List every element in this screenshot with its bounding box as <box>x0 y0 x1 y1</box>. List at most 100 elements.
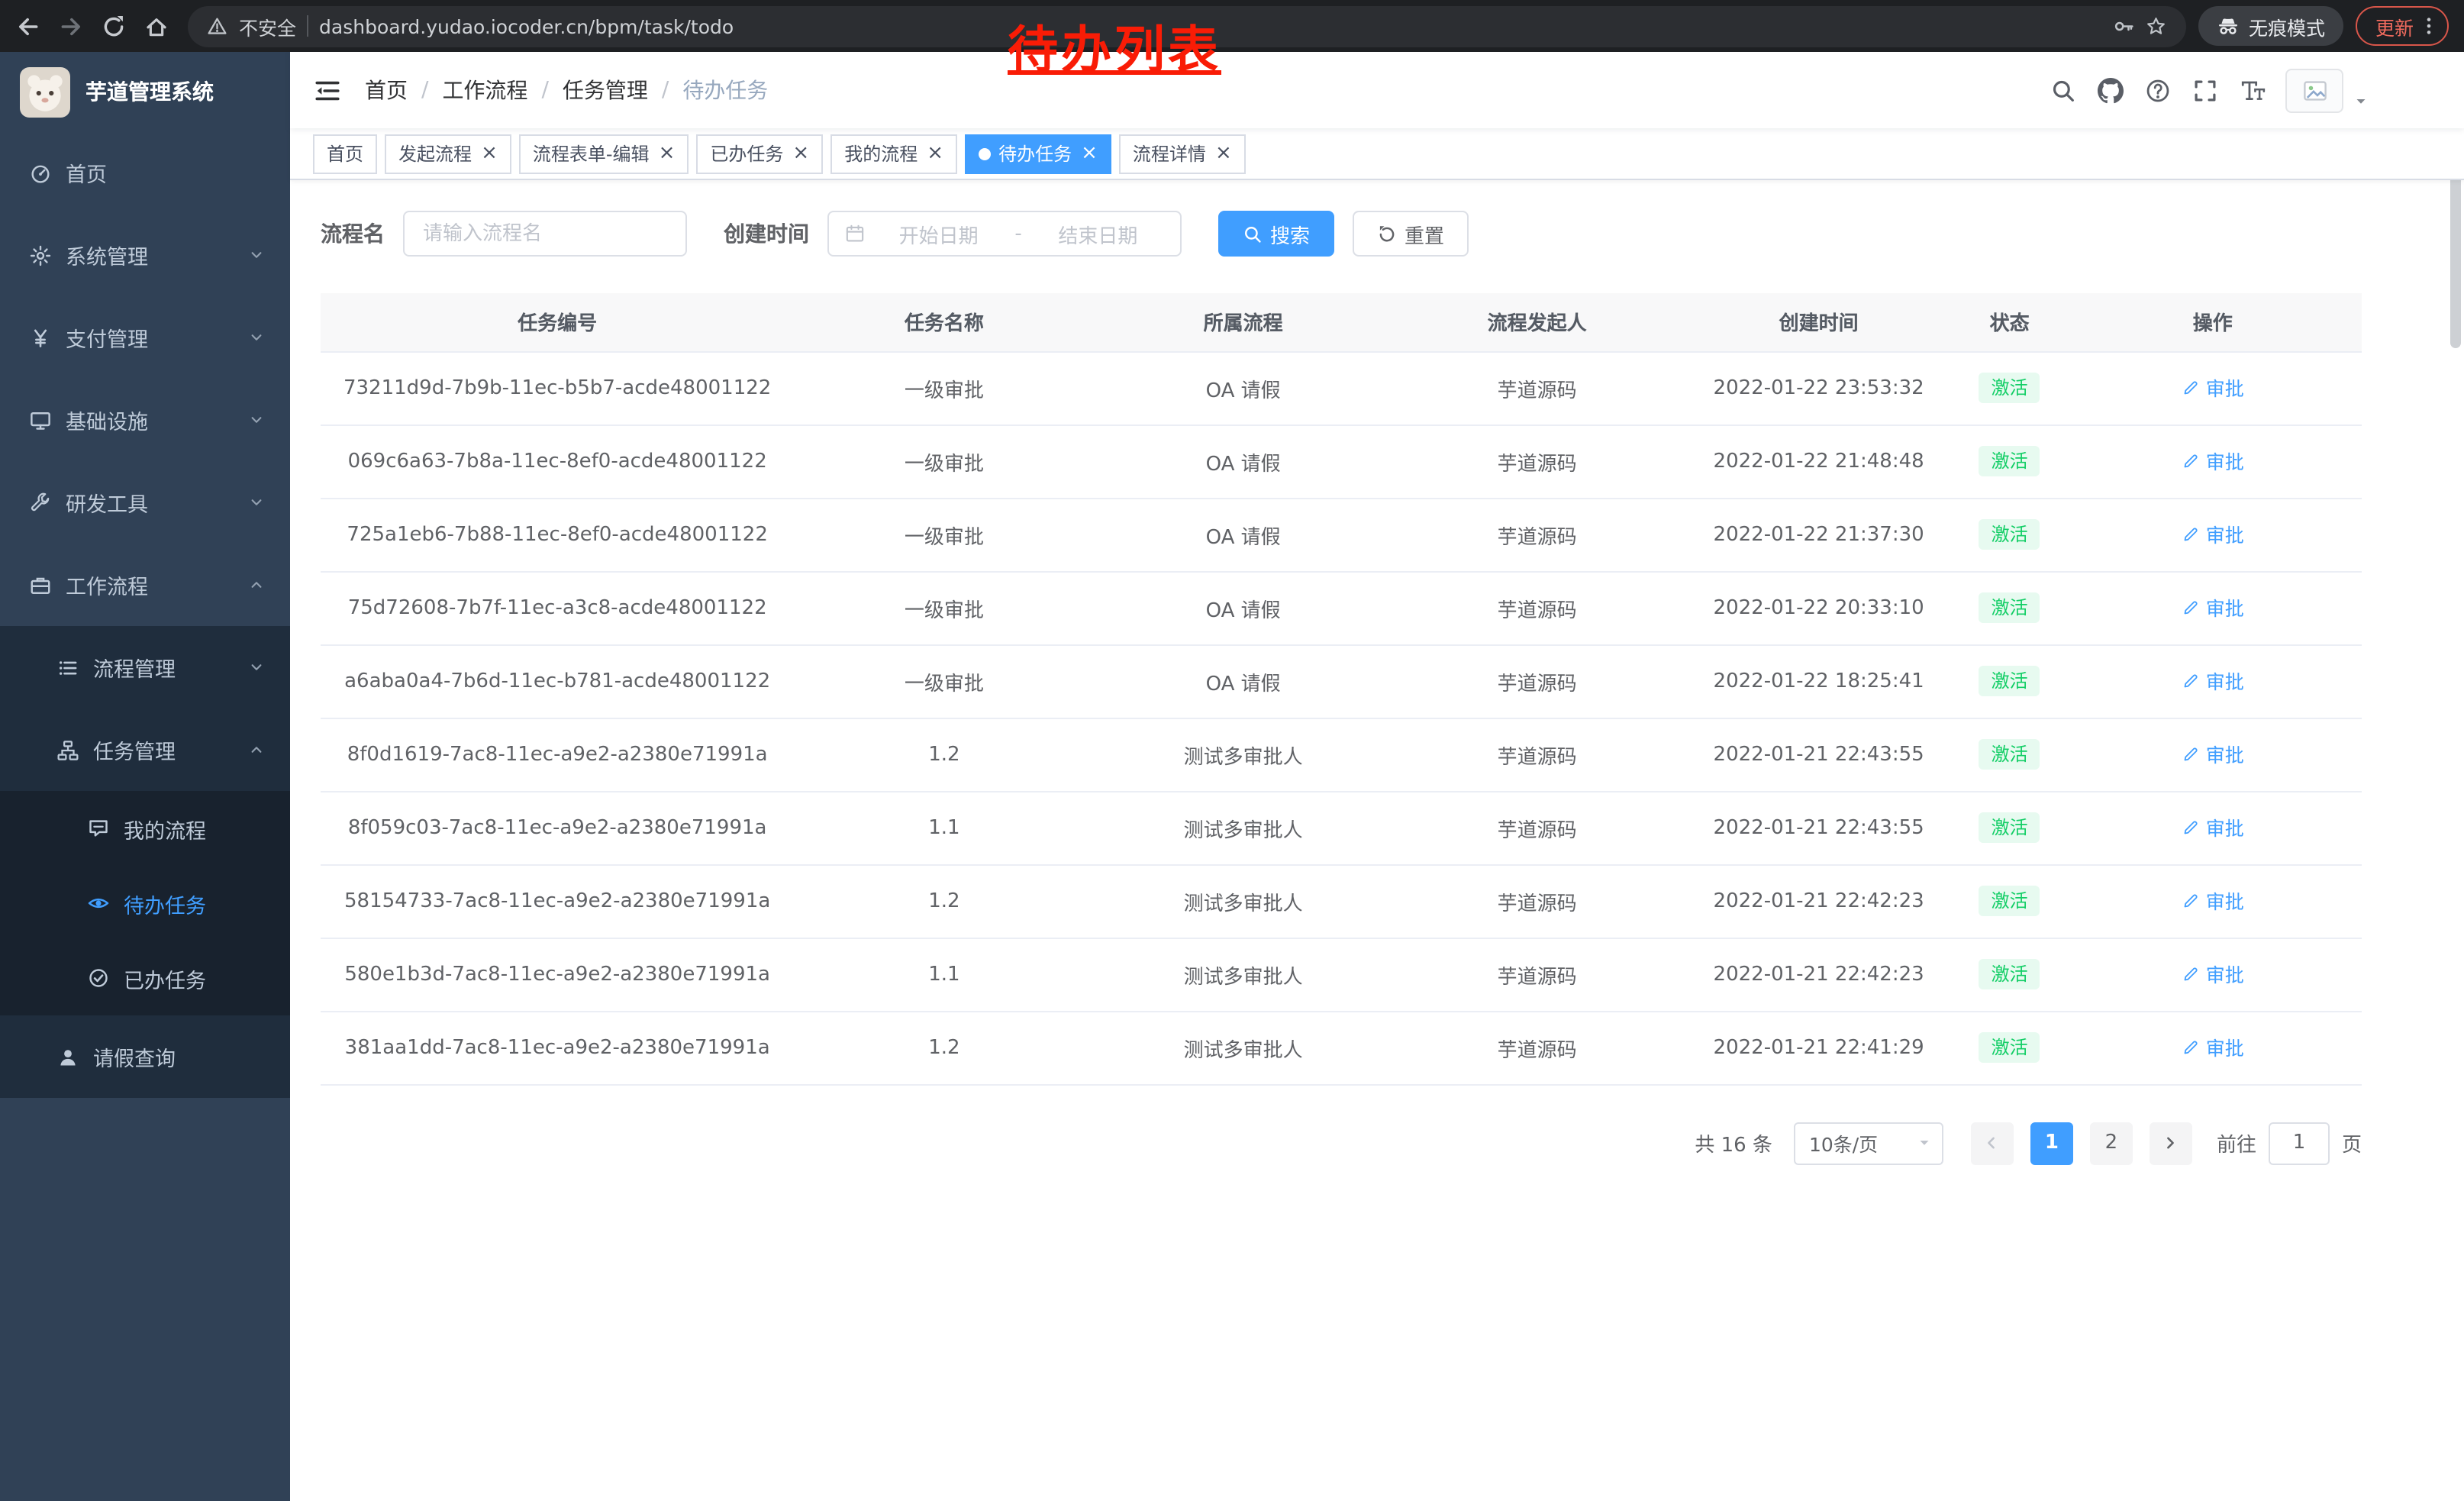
tab-process-form-edit[interactable]: 流程表单-编辑× <box>519 134 689 173</box>
tab-close-icon[interactable]: × <box>792 144 809 163</box>
sidebar-item-task-management[interactable]: 任务管理 <box>0 709 290 791</box>
chevron-down-icon <box>247 328 266 347</box>
tab-close-icon[interactable]: × <box>1215 144 1232 163</box>
sidebar-item-system-management[interactable]: 系统管理 <box>0 214 290 296</box>
approve-button[interactable]: 审批 <box>2182 960 2244 989</box>
approve-button[interactable]: 审批 <box>2182 740 2244 769</box>
reset-button-label: 重置 <box>1405 219 1444 248</box>
sidebar-item-done-tasks[interactable]: 已办任务 <box>0 941 290 1015</box>
cell-action: 审批 <box>2064 351 2362 424</box>
sidebar-item-dev-tools[interactable]: 研发工具 <box>0 461 290 544</box>
sidebar-item-home[interactable]: 首页 <box>0 131 290 214</box>
page-button-2[interactable]: 2 <box>2090 1122 2133 1164</box>
approve-button[interactable]: 审批 <box>2182 373 2244 402</box>
total-count-label: 共 16 条 <box>1695 1128 1772 1157</box>
tab-close-icon[interactable]: × <box>481 144 498 163</box>
tab-home[interactable]: 首页 <box>313 134 377 173</box>
approve-button[interactable]: 审批 <box>2182 813 2244 842</box>
cell-id: 8f0d1619-7ac8-11ec-a9e2-a2380e71991a <box>321 718 794 791</box>
tab-done-tasks[interactable]: 已办任务× <box>696 134 823 173</box>
approve-label: 审批 <box>2206 593 2244 622</box>
sidebar-item-infrastructure[interactable]: 基础设施 <box>0 379 290 461</box>
cell-flow: 测试多审批人 <box>1094 938 1392 1011</box>
tab-close-icon[interactable]: × <box>927 144 943 163</box>
sidebar-item-process-management[interactable]: 流程管理 <box>0 626 290 709</box>
tab-todo-tasks[interactable]: 待办任务× <box>965 134 1111 173</box>
next-page-button[interactable] <box>2150 1122 2192 1164</box>
pencil-icon <box>2182 965 2200 983</box>
cell-flow: 测试多审批人 <box>1094 791 1392 864</box>
cell-flow: OA 请假 <box>1094 498 1392 571</box>
search-icon[interactable] <box>2050 77 2076 103</box>
approve-button[interactable]: 审批 <box>2182 667 2244 696</box>
avatar-caret-icon[interactable] <box>2353 92 2369 109</box>
forward-icon[interactable] <box>58 13 84 39</box>
bookmark-star-icon[interactable] <box>2146 15 2168 37</box>
key-icon[interactable] <box>2113 15 2135 37</box>
approve-button[interactable]: 审批 <box>2182 520 2244 549</box>
avatar[interactable] <box>2285 68 2343 112</box>
annotation-text: 待办列表 <box>1008 9 1221 82</box>
chevron-right-icon <box>2161 1133 2181 1153</box>
menu-fold-icon[interactable] <box>313 76 342 105</box>
approve-label: 审批 <box>2206 667 2244 696</box>
fullscreen-icon[interactable] <box>2192 77 2218 103</box>
process-name-input[interactable] <box>403 211 687 257</box>
prev-page-button[interactable] <box>1971 1122 2014 1164</box>
cell-initiator: 芋道源码 <box>1392 938 1682 1011</box>
back-icon[interactable] <box>15 13 41 39</box>
reset-button[interactable]: 重置 <box>1353 211 1469 257</box>
page-button-1[interactable]: 1 <box>2030 1122 2073 1164</box>
approve-button[interactable]: 审批 <box>2182 1033 2244 1062</box>
cell-action: 审批 <box>2064 571 2362 644</box>
sidebar-item-workflow[interactable]: 工作流程 <box>0 544 290 626</box>
github-icon[interactable] <box>2098 77 2124 103</box>
cell-flow: OA 请假 <box>1094 571 1392 644</box>
create-time-label: 创建时间 <box>724 218 809 249</box>
refresh-icon[interactable] <box>101 13 127 39</box>
sidebar-item-my-processes[interactable]: 我的流程 <box>0 791 290 866</box>
tab-start-process[interactable]: 发起流程× <box>385 134 511 173</box>
tab-process-detail[interactable]: 流程详情× <box>1119 134 1246 173</box>
breadcrumb-item[interactable]: 任务管理 <box>563 75 648 105</box>
tab-close-icon[interactable]: × <box>659 144 676 163</box>
column-header: 所属流程 <box>1094 293 1392 351</box>
menu-dots-icon[interactable] <box>2418 15 2440 37</box>
date-range-picker[interactable]: 开始日期 - 结束日期 <box>827 211 1182 257</box>
approve-button[interactable]: 审批 <box>2182 886 2244 915</box>
sidebar-item-leave-query[interactable]: 请假查询 <box>0 1015 290 1098</box>
cell-created: 2022-01-21 22:43:55 <box>1682 718 1955 791</box>
list-icon <box>56 656 79 679</box>
cell-status: 激活 <box>1956 498 2064 571</box>
header-actions <box>2050 77 2266 103</box>
cell-status: 激活 <box>1956 938 2064 1011</box>
incognito-icon <box>2217 15 2240 37</box>
goto-label: 前往 <box>2217 1128 2256 1157</box>
page-size-select[interactable]: 10条/页 <box>1794 1122 1943 1164</box>
sidebar-item-todo-tasks[interactable]: 待办任务 <box>0 866 290 941</box>
search-button[interactable]: 搜索 <box>1218 211 1334 257</box>
breadcrumb-item[interactable]: 首页 <box>365 75 408 105</box>
approve-label: 审批 <box>2206 447 2244 476</box>
approve-button[interactable]: 审批 <box>2182 593 2244 622</box>
column-header: 任务名称 <box>794 293 1094 351</box>
page-unit-label: 页 <box>2342 1128 2362 1157</box>
cell-name: 一级审批 <box>794 571 1094 644</box>
cell-flow: OA 请假 <box>1094 424 1392 498</box>
sidebar-item-payment-management[interactable]: 支付管理 <box>0 296 290 379</box>
tab-my-processes[interactable]: 我的流程× <box>830 134 957 173</box>
update-button[interactable]: 更新 <box>2356 6 2449 46</box>
font-size-icon[interactable] <box>2240 77 2266 103</box>
approve-button[interactable]: 审批 <box>2182 447 2244 476</box>
tabs-bar: 首页发起流程×流程表单-编辑×已办任务×我的流程×待办任务×流程详情× <box>290 128 2464 180</box>
tab-close-icon[interactable]: × <box>1081 144 1098 163</box>
status-badge: 激活 <box>1979 959 2040 989</box>
pencil-icon <box>2182 818 2200 837</box>
breadcrumb-item[interactable]: 工作流程 <box>442 75 527 105</box>
question-icon[interactable] <box>2145 77 2171 103</box>
goto-page-input[interactable] <box>2269 1122 2330 1164</box>
home-icon[interactable] <box>144 13 169 39</box>
cell-status: 激活 <box>1956 644 2064 718</box>
page-header: 首页/工作流程/任务管理/待办任务 <box>290 52 2464 128</box>
cell-id: 725a1eb6-7b88-11ec-8ef0-acde48001122 <box>321 498 794 571</box>
